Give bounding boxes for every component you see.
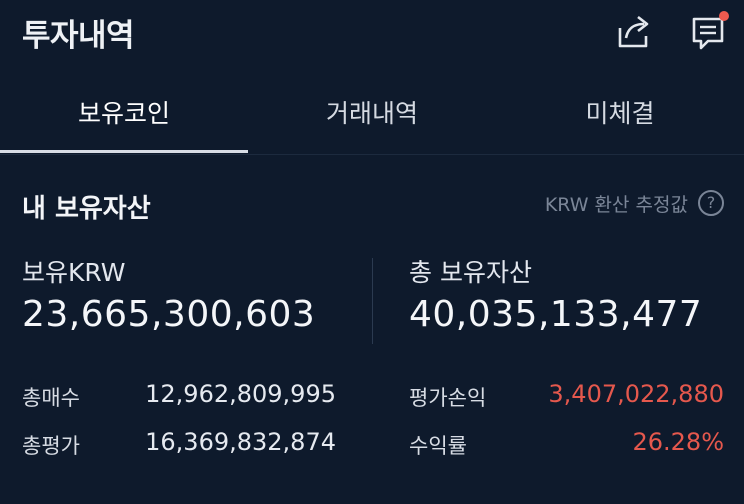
krw-label: 보유KRW [22, 258, 126, 287]
conversion-note: KRW 환산 추정값 [544, 194, 688, 216]
notification-dot [719, 11, 729, 21]
tab-bar: 보유코인 거래내역 미체결 [0, 84, 744, 155]
total-buy-label: 총매수 [22, 386, 80, 410]
column-divider [372, 258, 373, 344]
total-assets-value: 40,035,133,477 [409, 294, 703, 335]
tab-pending[interactable]: 미체결 [496, 84, 744, 144]
active-tab-indicator [0, 150, 248, 153]
help-icon[interactable]: ? [698, 190, 724, 216]
total-eval-value: 16,369,832,874 [145, 428, 336, 456]
return-rate-label: 수익률 [409, 434, 467, 458]
profit-loss-label: 평가손익 [409, 386, 487, 410]
krw-value: 23,665,300,603 [22, 294, 316, 335]
tab-holdings[interactable]: 보유코인 [0, 84, 248, 144]
page-title: 투자내역 [22, 18, 135, 54]
share-icon[interactable] [614, 12, 654, 52]
total-assets-label: 총 보유자산 [409, 258, 532, 287]
section-title: 내 보유자산 [22, 194, 151, 224]
return-rate-value: 26.28% [632, 428, 724, 456]
tab-history[interactable]: 거래내역 [248, 84, 496, 144]
total-buy-value: 12,962,809,995 [145, 380, 336, 408]
app-header: 투자내역 [0, 0, 744, 64]
total-eval-label: 총평가 [22, 434, 80, 458]
profit-loss-value: 3,407,022,880 [548, 380, 724, 408]
